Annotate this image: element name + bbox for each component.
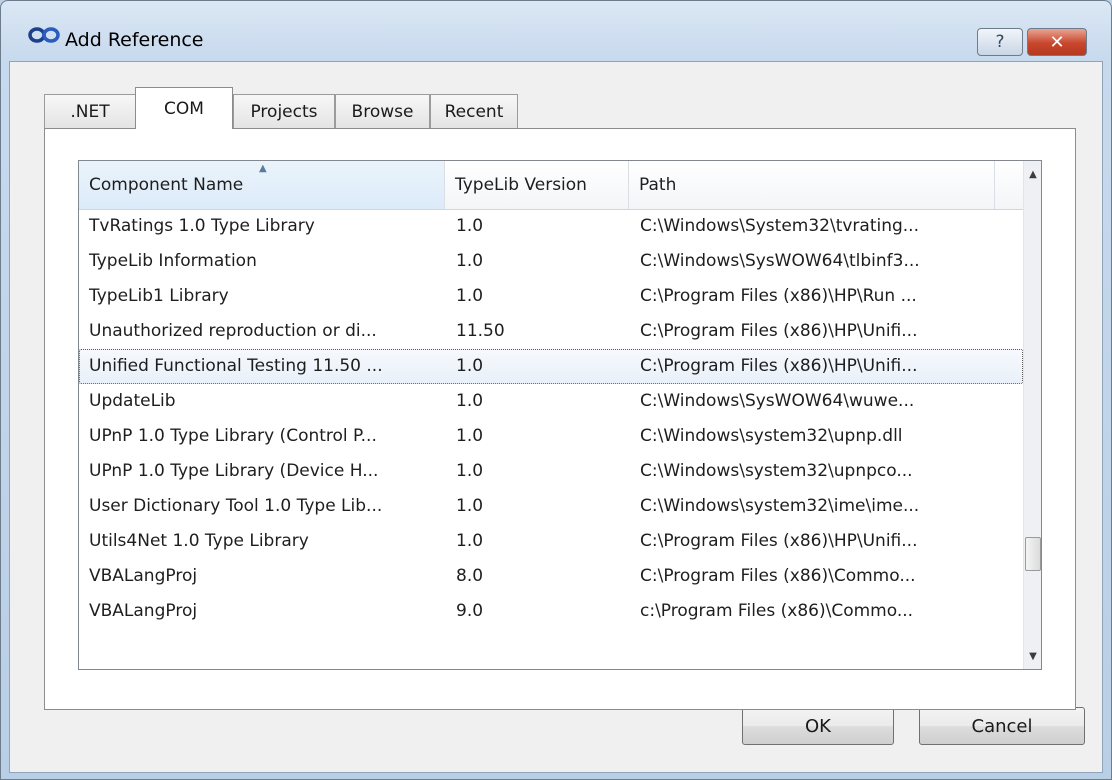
- table-row[interactable]: User Dictionary Tool 1.0 Type Lib... 1.0…: [79, 489, 1023, 524]
- close-button[interactable]: ✕: [1027, 28, 1087, 56]
- component-name-cell: UPnP 1.0 Type Library (Control P...: [89, 426, 377, 446]
- version-cell: 1.0: [456, 251, 484, 271]
- component-name-cell: TypeLib Information: [89, 251, 257, 271]
- path-cell: C:\Program Files (x86)\HP\Run ...: [640, 286, 917, 306]
- version-cell: 1.0: [456, 426, 484, 446]
- version-cell: 1.0: [456, 216, 484, 236]
- path-cell: C:\Windows\SysWOW64\wuwe...: [640, 391, 915, 411]
- component-name-cell: UPnP 1.0 Type Library (Device H...: [89, 461, 379, 481]
- version-cell: 9.0: [456, 601, 484, 621]
- version-cell: 1.0: [456, 531, 484, 551]
- version-cell: 8.0: [456, 566, 484, 586]
- version-cell: 1.0: [456, 391, 484, 411]
- scroll-up-arrow-icon[interactable]: ▲: [1024, 163, 1041, 185]
- component-name-cell: TypeLib1 Library: [89, 286, 229, 306]
- tab-com[interactable]: COM: [135, 87, 233, 129]
- component-name-cell: Utils4Net 1.0 Type Library: [89, 531, 309, 551]
- version-cell: 1.0: [456, 496, 484, 516]
- tab-browse[interactable]: Browse: [335, 94, 430, 128]
- dialog-title: Add Reference: [65, 29, 204, 51]
- title-bar[interactable]: Add Reference ? ✕: [1, 1, 1111, 61]
- component-name-cell: User Dictionary Tool 1.0 Type Lib...: [89, 496, 383, 516]
- close-icon: ✕: [1049, 31, 1065, 53]
- path-cell: C:\Program Files (x86)\HP\Unifi...: [640, 321, 918, 341]
- component-name-cell: Unauthorized reproduction or di...: [89, 321, 377, 341]
- ok-button[interactable]: OK: [742, 707, 894, 745]
- path-cell: C:\Windows\system32\upnpco...: [640, 461, 913, 481]
- help-button[interactable]: ?: [977, 28, 1023, 56]
- table-row[interactable]: TypeLib1 Library 1.0 C:\Program Files (x…: [79, 279, 1023, 314]
- column-header-path[interactable]: Path: [629, 161, 995, 209]
- add-reference-dialog: Add Reference ? ✕ .NET COM Projects Brow…: [0, 0, 1112, 780]
- com-tab-panel: ▲ Component Name TypeLib Version Path Tv…: [44, 128, 1076, 710]
- table-row[interactable]: TvRatings 1.0 Type Library 1.0 C:\Window…: [79, 209, 1023, 244]
- list-header: ▲ Component Name TypeLib Version Path: [79, 161, 1023, 210]
- table-row[interactable]: TypeLib Information 1.0 C:\Windows\SysWO…: [79, 244, 1023, 279]
- component-list[interactable]: ▲ Component Name TypeLib Version Path Tv…: [78, 160, 1042, 670]
- scroll-down-arrow-icon[interactable]: ▼: [1024, 645, 1041, 667]
- vertical-scrollbar[interactable]: ▲ ▼: [1023, 161, 1041, 669]
- tab-projects[interactable]: Projects: [233, 94, 335, 128]
- component-name-cell: TvRatings 1.0 Type Library: [89, 216, 315, 236]
- tab-dotnet[interactable]: .NET: [44, 94, 136, 128]
- dialog-client-area: .NET COM Projects Browse Recent ▲ Compon…: [9, 61, 1103, 773]
- version-cell: 1.0: [456, 356, 484, 376]
- path-cell: C:\Program Files (x86)\HP\Unifi...: [640, 356, 918, 376]
- column-label: Path: [639, 175, 677, 195]
- sort-ascending-icon: ▲: [259, 163, 267, 174]
- path-cell: C:\Windows\System32\tvrating...: [640, 216, 919, 236]
- help-icon: ?: [995, 32, 1005, 52]
- column-label: TypeLib Version: [455, 175, 587, 195]
- path-cell: c:\Program Files (x86)\Commo...: [640, 601, 914, 621]
- version-cell: 1.0: [456, 461, 484, 481]
- table-row[interactable]: UpdateLib 1.0 C:\Windows\SysWOW64\wuwe..…: [79, 384, 1023, 419]
- path-cell: C:\Program Files (x86)\HP\Unifi...: [640, 531, 918, 551]
- table-row-selected[interactable]: Unified Functional Testing 11.50 ... 1.0…: [79, 349, 1023, 384]
- component-name-cell: UpdateLib: [89, 391, 176, 411]
- tab-recent[interactable]: Recent: [430, 94, 518, 128]
- table-row[interactable]: UPnP 1.0 Type Library (Device H... 1.0 C…: [79, 454, 1023, 489]
- path-cell: C:\Program Files (x86)\Commo...: [640, 566, 916, 586]
- version-cell: 1.0: [456, 286, 484, 306]
- version-cell: 11.50: [456, 321, 505, 341]
- table-row[interactable]: VBALangProj 8.0 C:\Program Files (x86)\C…: [79, 559, 1023, 594]
- infinity-link-icon: [28, 27, 60, 43]
- column-label: Component Name: [89, 175, 244, 195]
- path-cell: C:\Windows\system32\ime\ime...: [640, 496, 920, 516]
- path-cell: C:\Windows\SysWOW64\tlbinf3...: [640, 251, 920, 271]
- table-row[interactable]: Utils4Net 1.0 Type Library 1.0 C:\Progra…: [79, 524, 1023, 559]
- table-row[interactable]: UPnP 1.0 Type Library (Control P... 1.0 …: [79, 419, 1023, 454]
- component-name-cell: VBALangProj: [89, 566, 198, 586]
- table-row[interactable]: Unauthorized reproduction or di... 11.50…: [79, 314, 1023, 349]
- column-header-component-name[interactable]: ▲ Component Name: [79, 161, 445, 209]
- cancel-button[interactable]: Cancel: [919, 707, 1085, 745]
- scrollbar-thumb[interactable]: [1025, 537, 1041, 571]
- column-header-typelib-version[interactable]: TypeLib Version: [445, 161, 629, 209]
- component-name-cell: Unified Functional Testing 11.50 ...: [89, 356, 383, 376]
- path-cell: C:\Windows\system32\upnp.dll: [640, 426, 903, 446]
- component-name-cell: VBALangProj: [89, 601, 198, 621]
- table-row[interactable]: VBALangProj 9.0 c:\Program Files (x86)\C…: [79, 594, 1023, 629]
